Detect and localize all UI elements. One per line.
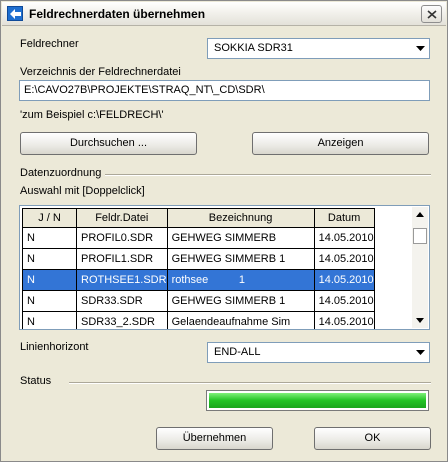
table-header-row: J / N Feldr.Datei Bezeichnung Datum	[22, 208, 375, 228]
close-button[interactable]	[421, 5, 442, 23]
anzeigen-button[interactable]: Anzeigen	[252, 132, 429, 155]
feldrechner-value: SOKKIA SDR31	[214, 42, 293, 54]
table-row[interactable]: N PROFIL1.SDR GEHWEG SIMMERB 1 14.05.201…	[22, 248, 375, 270]
cell-datum: 14.05.2010	[313, 227, 375, 249]
linienhorizont-label: Linienhorizont	[20, 341, 89, 353]
verzeichnis-label: Verzeichnis der Feldrechnerdatei	[20, 66, 181, 78]
cell-bezeichnung: GEHWEG SIMMERB 1	[166, 290, 315, 312]
feldrechner-select[interactable]: SOKKIA SDR31	[207, 38, 430, 59]
cell-datei: PROFIL0.SDR	[76, 227, 168, 249]
cell-datum: 14.05.2010	[313, 311, 375, 329]
column-header-datei[interactable]: Feldr.Datei	[76, 208, 168, 228]
status-label: Status	[20, 375, 52, 387]
cell-datei: PROFIL1.SDR	[76, 248, 168, 270]
cell-jn: N	[22, 248, 77, 270]
datenzuordnung-label: Datenzuordnung	[20, 167, 102, 179]
cell-bezeichnung: Gelaendeaufnahme Sim	[166, 311, 315, 329]
table-row[interactable]: N SDR33_2.SDR Gelaendeaufnahme Sim 14.05…	[22, 311, 375, 329]
cell-jn: N	[22, 311, 77, 329]
column-header-bezeichnung[interactable]: Bezeichnung	[166, 208, 315, 228]
column-header-jn[interactable]: J / N	[22, 208, 77, 228]
table-row-selected[interactable]: N ROTHSEE1.SDR rothsee 1 14.05.2010	[22, 269, 375, 291]
chevron-down-icon	[416, 46, 425, 51]
file-list-grid[interactable]: J / N Feldr.Datei Bezeichnung Datum N PR…	[19, 205, 430, 330]
verzeichnis-input[interactable]: E:\CAVO27B\PROJEKTE\STRAQ_NT\_CD\SDR\	[19, 80, 430, 101]
progress-fill	[209, 393, 426, 408]
uebernehmen-button[interactable]: Übernehmen	[156, 427, 273, 450]
chevron-down-icon	[416, 350, 425, 355]
dialog-window: Feldrechnerdaten übernehmen Feldrechner …	[0, 0, 448, 462]
scroll-up-icon[interactable]	[416, 212, 424, 217]
column-header-datum[interactable]: Datum	[313, 208, 375, 228]
scrollbar-thumb[interactable]	[413, 228, 427, 244]
cell-datum: 14.05.2010	[313, 248, 375, 270]
datenzuordnung-separator	[105, 174, 431, 176]
status-separator	[69, 382, 431, 384]
close-icon	[427, 10, 437, 19]
status-progress-bar	[206, 390, 429, 411]
auswahl-hint: Auswahl mit [Doppelclick]	[20, 185, 145, 197]
table-row[interactable]: N PROFIL0.SDR GEHWEG SIMMERB 14.05.2010	[22, 227, 375, 249]
table-row[interactable]: N SDR33.SDR GEHWEG SIMMERB 1 14.05.2010	[22, 290, 375, 312]
durchsuchen-label: Durchsuchen ...	[69, 137, 148, 149]
title-bar[interactable]: Feldrechnerdaten übernehmen	[2, 2, 446, 26]
anzeigen-label: Anzeigen	[317, 137, 364, 149]
cell-datei: SDR33_2.SDR	[76, 311, 168, 329]
app-arrow-icon	[7, 6, 23, 21]
verzeichnis-hint: 'zum Beispiel c:\FELDRECH\'	[20, 109, 164, 121]
feldrechner-label: Feldrechner	[20, 38, 79, 50]
cell-bezeichnung: rothsee 1	[166, 269, 315, 291]
cell-datei: SDR33.SDR	[76, 290, 168, 312]
cell-jn: N	[22, 290, 77, 312]
file-table: J / N Feldr.Datei Bezeichnung Datum N PR…	[22, 208, 375, 329]
cell-datum: 14.05.2010	[313, 290, 375, 312]
cell-jn: N	[22, 269, 77, 291]
linienhorizont-select[interactable]: END-ALL	[207, 342, 430, 363]
window-title: Feldrechnerdaten übernehmen	[29, 7, 206, 21]
cell-jn: N	[22, 227, 77, 249]
ok-label: OK	[364, 432, 381, 444]
cell-datei: ROTHSEE1.SDR	[76, 269, 168, 291]
cell-bezeichnung: GEHWEG SIMMERB	[166, 227, 315, 249]
uebernehmen-label: Übernehmen	[182, 432, 247, 444]
ok-button[interactable]: OK	[314, 427, 431, 450]
durchsuchen-button[interactable]: Durchsuchen ...	[20, 132, 197, 155]
vertical-scrollbar[interactable]	[412, 207, 428, 328]
cell-datum: 14.05.2010	[313, 269, 375, 291]
cell-bezeichnung: GEHWEG SIMMERB 1	[166, 248, 315, 270]
linienhorizont-value: END-ALL	[214, 346, 261, 358]
scroll-down-icon[interactable]	[416, 318, 424, 323]
